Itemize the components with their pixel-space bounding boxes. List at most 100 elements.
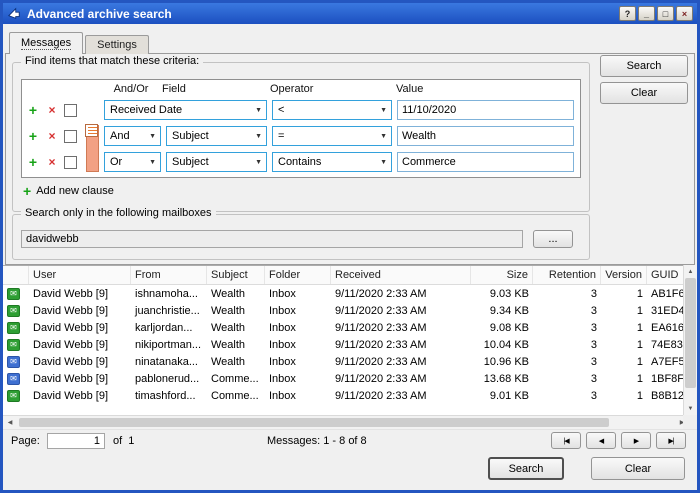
first-page-button[interactable]: |◀ (551, 432, 581, 449)
column-size[interactable]: Size (471, 266, 533, 284)
cell-subject: Wealth (207, 336, 265, 353)
vertical-scrollbar[interactable]: ▲ ▼ (683, 265, 697, 415)
remove-clause-icon[interactable]: × (45, 103, 59, 117)
table-row[interactable]: ✉ David Webb [9] ishnamoha... Wealth Inb… (3, 285, 683, 302)
column-icon[interactable] (3, 266, 29, 284)
add-clause-icon[interactable]: + (26, 129, 40, 143)
criteria-row: + × And ▼ Subject ▼ = ▼ (22, 123, 580, 149)
remove-clause-icon[interactable]: × (45, 129, 59, 143)
tab-settings[interactable]: Settings (85, 35, 149, 54)
scroll-up-icon[interactable]: ▲ (684, 265, 697, 278)
column-retention[interactable]: Retention (533, 266, 601, 284)
message-icon: ✉ (7, 373, 20, 385)
table-row[interactable]: ✉ David Webb [9] nikiportman... Wealth I… (3, 336, 683, 353)
browse-mailboxes-button[interactable]: ... (533, 230, 573, 248)
column-subject[interactable]: Subject (207, 266, 265, 284)
clear-button[interactable]: Clear (600, 82, 688, 104)
cell-from: nikiportman... (131, 336, 207, 353)
criteria-header-row: And/Or Field Operator Value (22, 80, 580, 97)
chevron-down-icon: ▼ (149, 133, 156, 140)
clause-checkbox[interactable] (64, 104, 80, 117)
cell-received: 9/11/2020 2:33 AM (331, 353, 471, 370)
field-select[interactable]: Subject ▼ (166, 126, 267, 146)
tab-messages-label: Messages (21, 37, 71, 50)
value-input[interactable] (397, 100, 574, 120)
table-row[interactable]: ✉ David Webb [9] juanchristie... Wealth … (3, 302, 683, 319)
close-button[interactable]: × (676, 6, 693, 21)
operator-select[interactable]: Contains ▼ (272, 152, 392, 172)
cell-size: 10.04 KB (471, 336, 533, 353)
add-clause-icon[interactable]: + (26, 155, 40, 169)
add-clause-icon[interactable]: + (26, 103, 40, 117)
andor-select[interactable]: And ▼ (104, 126, 161, 146)
vertical-scroll-thumb[interactable] (685, 278, 696, 388)
footer-search-button[interactable]: Search (488, 457, 564, 480)
criteria-header-andor: And/Or (100, 83, 162, 95)
cell-size: 13.68 KB (471, 370, 533, 387)
criteria-row: + × Or ▼ Subject ▼ Contains ▼ (22, 149, 580, 175)
page-number-input[interactable] (47, 433, 105, 449)
tab-strip: Messages Settings (9, 32, 149, 54)
tab-messages[interactable]: Messages (9, 32, 83, 54)
cell-size: 10.96 KB (471, 353, 533, 370)
column-user[interactable]: User (29, 266, 131, 284)
horizontal-scroll-thumb[interactable] (19, 418, 609, 427)
cell-received: 9/11/2020 2:33 AM (331, 285, 471, 302)
search-button[interactable]: Search (600, 55, 688, 77)
app-icon (7, 7, 22, 21)
cell-from: ninatanaka... (131, 353, 207, 370)
column-version[interactable]: Version (601, 266, 647, 284)
message-icon: ✉ (7, 339, 20, 351)
mailboxes-input[interactable] (21, 230, 523, 248)
column-from[interactable]: From (131, 266, 207, 284)
scroll-down-icon[interactable]: ▼ (684, 402, 697, 415)
plus-icon: + (23, 183, 31, 199)
add-new-clause-link[interactable]: + Add new clause (23, 183, 114, 199)
column-received[interactable]: Received (331, 266, 471, 284)
cell-received: 9/11/2020 2:33 AM (331, 319, 471, 336)
group-bracket[interactable] (86, 125, 99, 172)
prev-page-button[interactable]: ◀ (586, 432, 616, 449)
maximize-button[interactable]: □ (657, 6, 674, 21)
cell-folder: Inbox (265, 285, 331, 302)
last-page-button[interactable]: ▶| (656, 432, 686, 449)
operator-select[interactable]: = ▼ (272, 126, 392, 146)
mailboxes-groupbox: Search only in the following mailboxes .… (12, 214, 590, 260)
clause-checkbox[interactable] (64, 156, 80, 169)
criteria-header-field: Field (162, 83, 270, 95)
checkbox-box (64, 130, 77, 143)
column-folder[interactable]: Folder (265, 266, 331, 284)
table-row[interactable]: ✉ David Webb [9] timashford... Comme... … (3, 387, 683, 404)
field-select[interactable]: Received Date ▼ (104, 100, 267, 120)
cell-version: 1 (601, 319, 647, 336)
field-select[interactable]: Subject ▼ (166, 152, 267, 172)
cell-retention: 3 (533, 319, 601, 336)
titlebar[interactable]: Advanced archive search ? _ □ × (3, 3, 697, 24)
cell-folder: Inbox (265, 319, 331, 336)
cell-guid: A7EF5 (647, 353, 683, 370)
minimize-button[interactable]: _ (638, 6, 655, 21)
cell-subject: Wealth (207, 353, 265, 370)
footer-clear-button[interactable]: Clear (591, 457, 685, 480)
next-page-button[interactable]: ▶ (621, 432, 651, 449)
table-row[interactable]: ✉ David Webb [9] pablonerud... Comme... … (3, 370, 683, 387)
cell-guid: EA616 (647, 319, 683, 336)
cell-size: 9.08 KB (471, 319, 533, 336)
results-header-row: User From Subject Folder Received Size R… (3, 265, 697, 285)
table-row[interactable]: ✉ David Webb [9] ninatanaka... Wealth In… (3, 353, 683, 370)
remove-clause-icon[interactable]: × (45, 155, 59, 169)
horizontal-scrollbar[interactable]: ◀ ▶ (3, 415, 689, 429)
clause-checkbox[interactable] (64, 130, 80, 143)
cell-version: 1 (601, 302, 647, 319)
cell-from: pablonerud... (131, 370, 207, 387)
operator-select[interactable]: < ▼ (272, 100, 392, 120)
andor-select[interactable]: Or ▼ (104, 152, 161, 172)
help-button[interactable]: ? (619, 6, 636, 21)
scroll-left-icon[interactable]: ◀ (3, 416, 17, 429)
value-input[interactable] (397, 126, 574, 146)
cell-guid: 31ED4 (647, 302, 683, 319)
cell-folder: Inbox (265, 370, 331, 387)
mailboxes-group-label: Search only in the following mailboxes (21, 207, 216, 219)
table-row[interactable]: ✉ David Webb [9] karljordan... Wealth In… (3, 319, 683, 336)
value-input[interactable] (397, 152, 574, 172)
